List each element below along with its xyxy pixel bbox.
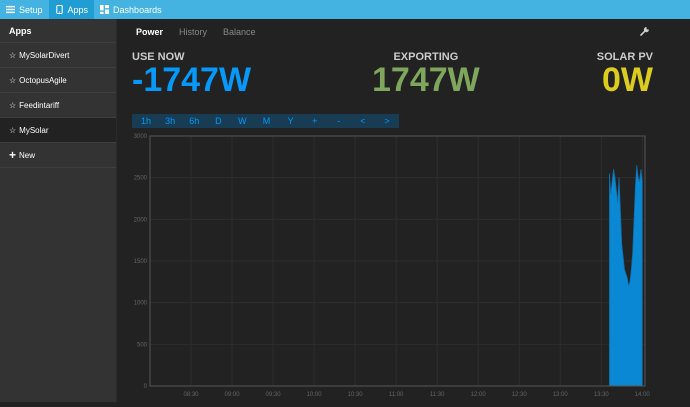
series-area — [609, 165, 643, 387]
nav-setup[interactable]: Setup — [0, 0, 49, 19]
sidebar-item-mysolar[interactable]: ☆ MySolar — [0, 118, 116, 143]
phone-icon — [55, 5, 63, 14]
range-month-button[interactable]: M — [254, 116, 278, 126]
tab-history[interactable]: History — [171, 25, 215, 39]
use-now-stat: USE NOW -1747W — [132, 51, 251, 97]
x-tick-label: 14:00 — [635, 392, 651, 398]
apps-sidebar: Apps ☆ MySolarDivert ☆ OctopusAgile ☆ Fe… — [0, 19, 117, 402]
tab-balance[interactable]: Balance — [215, 25, 264, 39]
range-day-button[interactable]: D — [206, 116, 230, 126]
y-tick-label: 2000 — [134, 217, 148, 223]
sidebar-item-octopusagile[interactable]: ☆ OctopusAgile — [0, 68, 116, 93]
y-tick-label: 2500 — [134, 176, 148, 182]
y-tick-label: 1000 — [134, 301, 148, 307]
y-tick-label: 3000 — [134, 134, 148, 140]
sidebar-item-label: MySolar — [19, 125, 49, 135]
x-tick-label: 10:30 — [348, 392, 364, 398]
exporting-stat: EXPORTING 1747W — [372, 51, 480, 97]
sidebar-item-label: Feedintariff — [19, 100, 60, 110]
x-tick-label: 08:30 — [184, 392, 200, 398]
menu-icon — [6, 5, 15, 14]
new-app-label: New — [19, 150, 36, 160]
new-app-button[interactable]: + New — [0, 143, 116, 168]
y-tick-label: 1500 — [134, 259, 148, 265]
nav-setup-label: Setup — [19, 4, 43, 15]
exporting-value: 1747W — [372, 61, 480, 99]
solar-pv-stat: SOLAR PV 0W — [597, 51, 653, 97]
sidebar-item-label: OctopusAgile — [19, 75, 67, 85]
x-tick-label: 11:00 — [389, 392, 404, 398]
x-tick-label: 12:30 — [512, 392, 528, 398]
pan-right-button[interactable]: > — [375, 116, 399, 126]
star-icon: ☆ — [9, 50, 17, 60]
time-range-bar: 1h 3h 6h D W M Y + - < > — [132, 114, 399, 128]
y-tick-label: 0 — [144, 384, 148, 390]
y-tick-label: 500 — [137, 342, 148, 348]
zoom-out-button[interactable]: - — [327, 116, 351, 126]
x-tick-label: 10:00 — [307, 392, 323, 398]
power-chart[interactable]: 0 500 1000 1500 2000 2500 3000 08:30 09:00 09:30 1… — [118, 132, 690, 402]
tab-power[interactable]: Power — [128, 25, 171, 39]
x-tick-label: 11:30 — [430, 392, 445, 398]
zoom-in-button[interactable]: + — [303, 116, 327, 126]
pan-left-button[interactable]: < — [351, 116, 375, 126]
solar-pv-value: 0W — [602, 61, 653, 99]
x-tick-label: 09:30 — [266, 392, 282, 398]
star-icon: ☆ — [9, 100, 17, 110]
sidebar-item-label: MySolarDivert — [19, 50, 70, 60]
sidebar-item-mysolardivert[interactable]: ☆ MySolarDivert — [0, 43, 116, 68]
use-now-value: -1747W — [132, 61, 252, 99]
nav-apps[interactable]: Apps — [48, 0, 95, 19]
range-6h-button[interactable]: 6h — [182, 116, 206, 126]
sidebar-item-feedintariff[interactable]: ☆ Feedintariff — [0, 93, 116, 118]
x-tick-label: 09:00 — [225, 392, 241, 398]
grid-icon — [100, 5, 110, 14]
wrench-icon[interactable] — [640, 26, 650, 36]
range-week-button[interactable]: W — [230, 116, 254, 126]
nav-dashboards[interactable]: Dashboards — [94, 0, 168, 19]
range-1h-button[interactable]: 1h — [134, 116, 158, 126]
top-nav-bar: Setup Apps Dashboards — [0, 0, 690, 19]
sidebar-title: Apps — [0, 19, 116, 43]
nav-dashboards-label: Dashboards — [113, 4, 162, 15]
x-tick-label: 13:00 — [553, 392, 569, 398]
star-icon: ☆ — [9, 125, 17, 135]
x-tick-label: 13:30 — [594, 392, 610, 398]
plus-icon: + — [9, 148, 17, 162]
main-content: Power History Balance USE NOW -1747W EXP… — [118, 19, 690, 402]
range-3h-button[interactable]: 3h — [158, 116, 182, 126]
star-icon: ☆ — [9, 75, 17, 85]
power-chart-container: 0 500 1000 1500 2000 2500 3000 08:30 09:00 09:30 1… — [118, 132, 690, 402]
x-tick-label: 12:00 — [471, 392, 487, 398]
nav-apps-label: Apps — [67, 4, 89, 15]
range-year-button[interactable]: Y — [279, 116, 303, 126]
view-tabs: Power History Balance — [128, 25, 264, 39]
